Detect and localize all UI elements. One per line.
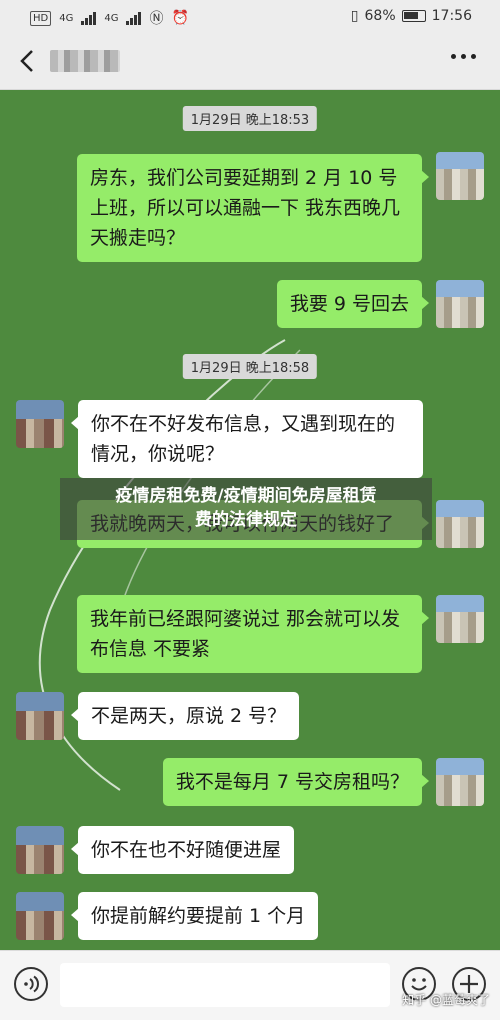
avatar-self[interactable]	[436, 758, 484, 806]
message-input[interactable]	[60, 963, 390, 1007]
article-title-overlay: 疫情房租免费/疫情期间免房屋租赁 费的法律规定	[60, 478, 432, 540]
status-bar: HD 4G 4G Ⓝ ⏰ ▯ 68% 17:56	[0, 0, 500, 34]
overlay-title-line-1: 疫情房租免费/疫情期间免房屋租赁	[115, 486, 377, 506]
avatar-self[interactable]	[436, 280, 484, 328]
avatar-self[interactable]	[436, 595, 484, 643]
avatar-self[interactable]	[436, 152, 484, 200]
signal-icon-1	[81, 11, 97, 25]
avatar-landlord[interactable]	[16, 400, 64, 448]
overlay-title-line-2: 费的法律规定	[195, 510, 297, 530]
contact-name-blurred	[50, 50, 120, 72]
avatar-landlord[interactable]	[16, 692, 64, 740]
clock: 17:56	[431, 8, 472, 24]
input-bar: 知乎 @蓝莓爽了	[0, 950, 500, 1020]
battery-icon	[401, 10, 426, 22]
network-label-1: 4G	[59, 12, 74, 24]
more-options-icon[interactable]	[451, 54, 476, 59]
message-bubble-sent[interactable]: 我年前已经跟阿婆说过 那会就可以发布信息 不要紧	[77, 595, 429, 673]
nfc-icon: Ⓝ	[149, 11, 164, 27]
alarm-icon: ⏰	[171, 10, 189, 26]
avatar-landlord[interactable]	[16, 892, 64, 940]
hd-badge: HD	[30, 10, 52, 26]
voice-input-icon[interactable]	[14, 967, 48, 1001]
nav-bar	[0, 34, 500, 90]
message-bubble-received[interactable]: 不是两天，原说 2 号？	[70, 692, 300, 740]
battery-percent: 68%	[364, 8, 396, 24]
vibrate-icon: ▯	[350, 8, 359, 24]
message-bubble-sent[interactable]: 我不是每月 7 号交房租吗？	[162, 758, 430, 806]
message-bubble-received[interactable]: 你不在也不好随便进屋	[70, 826, 295, 874]
signal-icon-2	[126, 11, 142, 25]
network-label-2: 4G	[104, 12, 119, 24]
message-bubble-received[interactable]: 你提前解约要提前 1 个月	[70, 892, 319, 940]
avatar-landlord[interactable]	[16, 826, 64, 874]
timestamp: 1月29日 晚上18:58	[182, 354, 318, 379]
message-bubble-received[interactable]: 你不在不好发布信息，又遇到现在的情况，你说呢？	[71, 400, 423, 478]
watermark: 知乎 @蓝莓爽了	[402, 993, 490, 1007]
message-bubble-sent[interactable]: 房东，我们公司要延期到 2 月 10 号上班，所以可以通融一下 我东西晚几天搬走…	[77, 154, 429, 262]
back-arrow-icon[interactable]	[14, 46, 44, 76]
timestamp: 1月29日 晚上18:53	[182, 106, 318, 131]
message-bubble-sent[interactable]: 我要 9 号回去	[276, 280, 430, 328]
avatar-self[interactable]	[436, 500, 484, 548]
